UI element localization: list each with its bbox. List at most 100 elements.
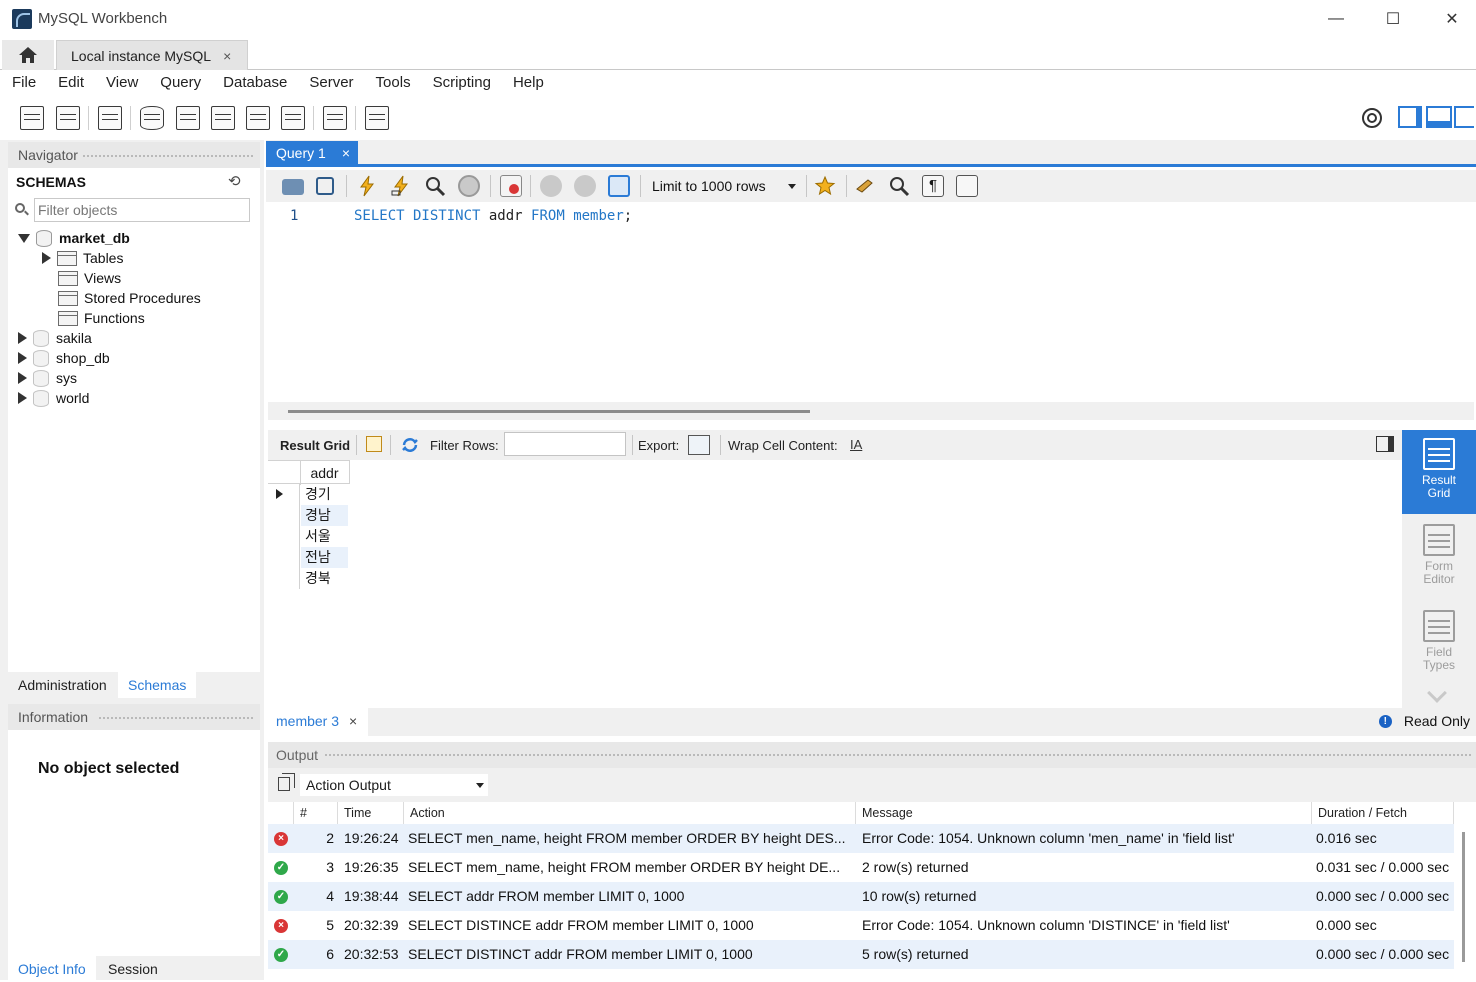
tree-item-stored-procedures[interactable]: Stored Procedures — [42, 288, 201, 308]
refresh-icon[interactable] — [400, 436, 420, 454]
column-header-duration[interactable]: Duration / Fetch — [1312, 802, 1454, 824]
column-header-time[interactable]: Time — [338, 802, 404, 824]
tree-item-views[interactable]: Views — [42, 268, 121, 288]
autocommit-toggle-icon[interactable] — [608, 175, 630, 197]
copy-icon[interactable] — [278, 773, 295, 791]
maximize-button[interactable]: ☐ — [1371, 4, 1415, 34]
schema-market-db[interactable]: market_db — [18, 228, 130, 248]
tab-session[interactable]: Session — [98, 956, 168, 980]
preferences-gear-icon[interactable] — [1360, 106, 1384, 130]
grid-cell[interactable]: 경남 — [301, 505, 348, 526]
sql-editor[interactable]: 1 SELECT DISTINCT addr FROM member; — [268, 202, 1474, 402]
row-header[interactable] — [268, 484, 300, 505]
menu-edit[interactable]: Edit — [58, 70, 84, 96]
table-row[interactable]: 서울 — [268, 526, 348, 547]
column-header-message[interactable]: Message — [856, 802, 1312, 824]
invisible-chars-icon[interactable]: ¶ — [922, 175, 944, 197]
column-header-addr[interactable]: addr — [300, 461, 348, 485]
sql-code-line[interactable]: SELECT DISTINCT addr FROM member; — [354, 208, 632, 224]
connection-tab[interactable]: Local instance MySQL × — [56, 40, 248, 70]
word-wrap-icon[interactable] — [956, 175, 978, 197]
toggle-error-stop-icon[interactable] — [500, 175, 522, 197]
expand-arrow-icon[interactable] — [18, 332, 27, 344]
menu-scripting[interactable]: Scripting — [433, 70, 491, 96]
home-tab[interactable] — [2, 40, 54, 70]
tree-item-tables[interactable]: Tables — [42, 248, 123, 268]
toggle-secondary-sidebar-icon[interactable] — [1454, 106, 1474, 128]
tab-administration[interactable]: Administration — [8, 672, 117, 698]
row-header[interactable] — [268, 505, 300, 526]
toggle-result-panel-icon[interactable] — [1376, 436, 1394, 452]
table-row[interactable]: ✓ 6 20:32:53 SELECT DISTINCT addr FROM m… — [268, 940, 1454, 969]
expand-arrow-icon[interactable] — [42, 252, 51, 264]
create-view-icon[interactable] — [211, 106, 235, 130]
open-file-icon[interactable] — [282, 179, 304, 195]
toggle-sidebar-icon[interactable] — [1398, 106, 1422, 128]
table-row[interactable]: ✓ 4 19:38:44 SELECT addr FROM member LIM… — [268, 882, 1454, 911]
row-header[interactable] — [268, 568, 300, 589]
table-row[interactable]: × 2 19:26:24 SELECT men_name, height FRO… — [268, 824, 1454, 853]
row-header[interactable] — [268, 547, 300, 568]
output-vertical-scrollbar[interactable] — [1462, 832, 1465, 962]
row-header[interactable] — [268, 526, 300, 547]
table-row[interactable]: ✓ 3 19:26:35 SELECT mem_name, height FRO… — [268, 853, 1454, 882]
toggle-output-icon[interactable] — [1426, 106, 1452, 128]
scrollbar-thumb[interactable] — [288, 410, 810, 413]
result-grid-button[interactable]: Result Grid — [1402, 430, 1476, 514]
menu-server[interactable]: Server — [309, 70, 353, 96]
create-table-icon[interactable] — [176, 106, 200, 130]
minimize-button[interactable]: — — [1314, 4, 1358, 34]
grid-view-icon[interactable] — [366, 436, 382, 452]
stop-icon[interactable] — [458, 175, 480, 197]
schema-sakila[interactable]: sakila — [18, 328, 92, 348]
schema-shop-db[interactable]: shop_db — [18, 348, 110, 368]
create-procedure-icon[interactable] — [246, 106, 270, 130]
close-button[interactable]: ✕ — [1430, 4, 1474, 34]
result-tab-member[interactable]: member 3 × — [268, 708, 368, 736]
table-row[interactable]: 경북 — [268, 568, 348, 589]
query-tab[interactable]: Query 1 × — [266, 141, 358, 167]
form-editor-button[interactable]: Form Editor — [1402, 516, 1476, 600]
table-row[interactable]: 경남 — [268, 505, 348, 526]
close-query-tab-icon[interactable]: × — [342, 141, 350, 165]
execute-current-statement-icon[interactable] — [390, 175, 412, 197]
close-result-tab-icon[interactable]: × — [349, 713, 357, 729]
reconnect-icon[interactable] — [365, 106, 389, 130]
create-function-icon[interactable] — [281, 106, 305, 130]
expand-arrow-icon[interactable] — [18, 372, 27, 384]
beautify-brush-icon[interactable] — [854, 175, 876, 197]
filter-rows-input[interactable] — [504, 432, 626, 456]
expand-arrow-icon[interactable] — [18, 392, 27, 404]
export-icon[interactable] — [688, 435, 710, 455]
menu-help[interactable]: Help — [513, 70, 544, 96]
commit-icon[interactable] — [540, 175, 562, 197]
tab-schemas[interactable]: Schemas — [118, 672, 197, 698]
wrap-text-icon[interactable]: IA — [850, 437, 862, 452]
execute-lightning-icon[interactable] — [356, 175, 378, 197]
refresh-schemas-icon[interactable]: ⟲ — [228, 172, 241, 190]
menu-tools[interactable]: Tools — [376, 70, 411, 96]
tab-object-info[interactable]: Object Info — [8, 956, 96, 980]
open-sql-script-icon[interactable] — [56, 106, 80, 130]
grid-cell[interactable]: 서울 — [301, 526, 348, 547]
menu-query[interactable]: Query — [160, 70, 201, 96]
limit-rows-select[interactable]: Limit to 1000 rows — [646, 175, 800, 197]
output-type-select[interactable]: Action Output — [300, 774, 488, 796]
menu-view[interactable]: View — [106, 70, 138, 96]
column-header-action[interactable]: Action — [404, 802, 856, 824]
create-schema-icon[interactable] — [140, 106, 164, 130]
inspector-icon[interactable] — [98, 106, 122, 130]
close-tab-icon[interactable]: × — [223, 48, 231, 64]
save-icon[interactable] — [316, 177, 334, 195]
expand-arrow-icon[interactable] — [18, 352, 27, 364]
table-row[interactable]: 전남 — [268, 547, 348, 568]
find-replace-icon[interactable] — [888, 175, 910, 197]
table-row[interactable]: × 5 20:32:39 SELECT DISTINCE addr FROM m… — [268, 911, 1454, 940]
add-snippet-star-icon[interactable] — [814, 175, 836, 197]
column-header-number[interactable]: # — [294, 802, 338, 824]
rollback-icon[interactable] — [574, 175, 596, 197]
grid-cell[interactable]: 전남 — [301, 547, 348, 568]
scroll-down-chevron-icon[interactable] — [1427, 683, 1447, 703]
collapse-arrow-icon[interactable] — [18, 233, 30, 243]
filter-objects-input[interactable]: Filter objects — [34, 198, 250, 222]
